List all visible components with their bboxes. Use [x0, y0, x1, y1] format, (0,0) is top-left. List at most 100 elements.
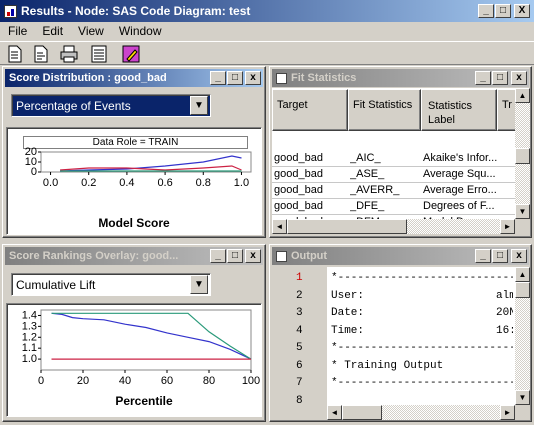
- score-rankings-minimize-button[interactable]: _: [210, 249, 226, 263]
- table-cell: _DFE_: [350, 200, 385, 212]
- output-maximize-button[interactable]: □: [492, 249, 508, 263]
- properties-icon[interactable]: [32, 45, 50, 63]
- x-tick-label: 0: [38, 375, 44, 387]
- scroll-right-icon[interactable]: ►: [500, 219, 515, 234]
- y-tick-label: 0: [31, 166, 37, 178]
- table-cell: good_bad: [274, 168, 323, 180]
- output-line: *------------------------------: [331, 342, 513, 354]
- scroll-thumb[interactable]: [515, 282, 530, 298]
- x-tick-label: 1.0: [234, 177, 249, 189]
- window-titlebar: Results - Node: SAS Code Diagram: test _…: [0, 0, 534, 22]
- scroll-up-icon[interactable]: ▲: [515, 267, 530, 282]
- menu-view[interactable]: View: [78, 24, 104, 38]
- column-header-train[interactable]: Tr: [497, 89, 515, 131]
- scroll-thumb[interactable]: [287, 219, 407, 234]
- scroll-thumb[interactable]: [515, 148, 530, 164]
- output-line: Date: 20NOV: [331, 307, 513, 319]
- x-tick-label: 0.2: [81, 177, 96, 189]
- line-number: 7: [296, 377, 303, 389]
- close-button[interactable]: X: [514, 4, 530, 18]
- print-icon[interactable]: [60, 45, 78, 63]
- x-tick-label: 100: [242, 375, 260, 387]
- scroll-left-icon[interactable]: ◄: [327, 405, 342, 420]
- fit-statistics-panel: Fit Statistics _ □ x Target Fit Statisti…: [269, 66, 532, 238]
- y-tick-label: 1.0: [22, 353, 37, 365]
- document-icon: [276, 250, 287, 262]
- window-app-icon: [4, 4, 17, 18]
- table-cell: _AIC_: [350, 152, 381, 164]
- chevron-down-icon[interactable]: ▼: [190, 275, 208, 294]
- output-vscrollbar[interactable]: ▲ ▼: [515, 267, 530, 405]
- view-table-icon[interactable]: [90, 45, 108, 63]
- table-row[interactable]: good_bad _ASE_ Average Squ...: [272, 167, 515, 183]
- output-line: *------------------------------: [331, 272, 513, 284]
- table-cell: good_bad: [274, 152, 323, 164]
- table-row[interactable]: good_bad _AIC_ Akaike's Infor...: [272, 151, 515, 167]
- maximize-button[interactable]: □: [495, 4, 511, 18]
- fit-statistics-table: Target Fit Statistics Statistics Label T…: [272, 88, 515, 219]
- x-tick-label: 40: [119, 375, 131, 387]
- scroll-down-icon[interactable]: ▼: [515, 390, 530, 405]
- x-tick-label: 20: [77, 375, 89, 387]
- score-rankings-panel: Score Rankings Overlay: good... _ □ x Cu…: [2, 244, 266, 422]
- score-rankings-dropdown[interactable]: Cumulative Lift ▼: [11, 273, 211, 296]
- scroll-down-icon[interactable]: ▼: [515, 204, 530, 219]
- scroll-up-icon[interactable]: ▲: [515, 88, 530, 103]
- table-icon: [276, 72, 287, 84]
- column-header-target[interactable]: Target: [272, 89, 348, 131]
- score-rankings-chart-area: 0 20 40 60 80 100 1.4 1.3 1.2 1.1 1.0 Percentile: [6, 303, 262, 417]
- line-number: 2: [296, 289, 303, 302]
- score-distribution-panel: Score Distribution : good_bad _ □ x Perc…: [2, 66, 266, 238]
- menu-bar: File Edit View Window: [0, 22, 534, 40]
- new-document-icon[interactable]: [6, 45, 24, 63]
- table-row[interactable]: good_bad _AVERR_ Average Erro...: [272, 183, 515, 199]
- menu-edit[interactable]: Edit: [42, 24, 63, 38]
- score-rankings-close-button[interactable]: x: [245, 249, 261, 263]
- column-header-statistics-label[interactable]: Statistics Label: [421, 89, 497, 131]
- score-rankings-maximize-button[interactable]: □: [227, 249, 243, 263]
- x-tick-label: 0.8: [196, 177, 211, 189]
- chevron-down-icon[interactable]: ▼: [190, 96, 208, 115]
- score-distribution-dropdown[interactable]: Percentage of Events ▼: [11, 94, 211, 117]
- table-cell: Average Squ...: [423, 168, 496, 180]
- score-distribution-close-button[interactable]: x: [245, 71, 261, 85]
- line-number: 3: [296, 307, 303, 319]
- table-cell: Akaike's Infor...: [423, 152, 497, 164]
- score-distribution-minimize-button[interactable]: _: [210, 71, 226, 85]
- score-distribution-xlabel: Model Score: [98, 216, 170, 230]
- output-line: Time: 16:14: [331, 324, 513, 337]
- score-distribution-maximize-button[interactable]: □: [227, 71, 243, 85]
- menu-window[interactable]: Window: [119, 24, 162, 38]
- window-title: Results - Node: SAS Code Diagram: test: [21, 4, 251, 18]
- output-line: User: almcc: [331, 289, 513, 302]
- fit-statistics-hscrollbar[interactable]: ◄ ►: [272, 219, 515, 234]
- menu-file[interactable]: File: [8, 24, 27, 38]
- x-tick-label: 0.6: [157, 177, 172, 189]
- output-minimize-button[interactable]: _: [475, 249, 491, 263]
- output-close-button[interactable]: x: [511, 249, 527, 263]
- column-header-fit-statistics[interactable]: Fit Statistics: [348, 89, 421, 131]
- output-line: *------------------------------: [331, 377, 513, 389]
- fit-statistics-close-button[interactable]: x: [511, 71, 527, 85]
- scroll-right-icon[interactable]: ►: [500, 405, 515, 420]
- table-cell: _ASE_: [350, 168, 385, 180]
- table-row[interactable]: good_bad _DFE_ Degrees of F...: [272, 199, 515, 215]
- line-number: 4: [296, 324, 303, 337]
- table-cell: good_bad: [274, 200, 323, 212]
- edit-icon[interactable]: [122, 45, 140, 63]
- table-cell: good_bad: [274, 184, 323, 196]
- scroll-left-icon[interactable]: ◄: [272, 219, 287, 234]
- fit-statistics-minimize-button[interactable]: _: [475, 71, 491, 85]
- plot-frame: [40, 309, 252, 371]
- x-tick-label: 80: [203, 375, 215, 387]
- table-cell: Average Erro...: [423, 184, 497, 196]
- score-rankings-title: Score Rankings Overlay: good...: [9, 250, 179, 262]
- minimize-button[interactable]: _: [478, 4, 494, 18]
- output-hscrollbar[interactable]: ◄ ►: [327, 405, 515, 420]
- fit-statistics-maximize-button[interactable]: □: [492, 71, 508, 85]
- output-title: Output: [291, 250, 328, 262]
- fit-statistics-vscrollbar[interactable]: ▲ ▼: [515, 88, 530, 219]
- fit-statistics-title: Fit Statistics: [291, 72, 357, 84]
- scroll-thumb[interactable]: [342, 405, 382, 420]
- table-cell: Degrees of F...: [423, 200, 495, 212]
